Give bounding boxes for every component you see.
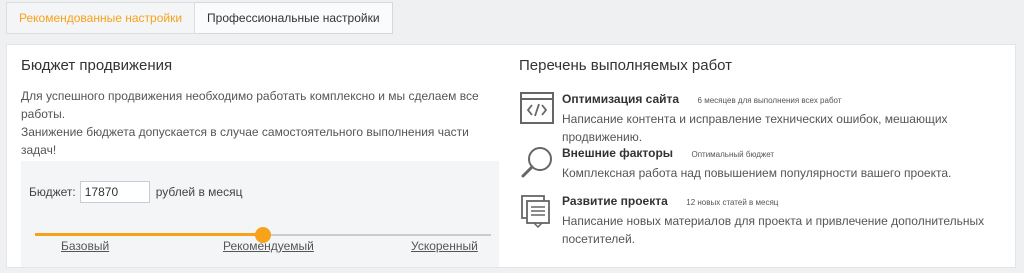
work-text: Внешние факторы Оптимальный бюджет Компл…	[562, 144, 1002, 182]
code-window-icon	[519, 90, 555, 126]
tab-recommended[interactable]: Рекомендованные настройки	[6, 2, 196, 34]
budget-desc-line1: Для успешного продвижения необходимо раб…	[21, 89, 479, 121]
work-desc: Написание новых материалов для проекта и…	[562, 214, 985, 246]
work-note: 12 новых статей в месяц	[686, 198, 779, 207]
budget-row: Бюджет: рублей в месяц	[29, 181, 242, 203]
work-note: Оптимальный бюджет	[691, 150, 775, 159]
work-title: Оптимизация сайта	[562, 92, 680, 106]
settings-panel: Бюджет продвижения Для успешного продвиж…	[6, 44, 1016, 268]
slider-fill	[35, 233, 263, 236]
documents-icon	[519, 192, 555, 229]
work-text: Развитие проекта 12 новых статей в месяц…	[562, 192, 1002, 248]
budget-section: Бюджет продвижения Для успешного продвиж…	[21, 57, 499, 267]
work-note: 6 месяцев для выполнения всех работ	[697, 96, 842, 105]
level-basic-link[interactable]: Базовый	[61, 239, 109, 253]
level-fast-link[interactable]: Ускоренный	[411, 239, 478, 253]
budget-unit: рублей в месяц	[155, 185, 243, 199]
work-desc: Написание контента и исправление техниче…	[562, 112, 948, 144]
works-list: Оптимизация сайта 6 месяцев для выполнен…	[519, 90, 1009, 246]
works-section: Перечень выполняемых работ Оптимизация с…	[519, 57, 1009, 246]
work-item: Оптимизация сайта 6 месяцев для выполнен…	[519, 90, 1009, 144]
budget-desc-line2: Занижение бюджета допускается в случае с…	[21, 125, 469, 157]
magnifier-icon	[519, 144, 555, 180]
work-desc: Комплексная работа над повышением популя…	[562, 166, 952, 180]
budget-description: Для успешного продвижения необходимо раб…	[21, 87, 499, 159]
works-title: Перечень выполняемых работ	[519, 57, 733, 74]
budget-title: Бюджет продвижения	[21, 57, 173, 74]
work-title: Развитие проекта	[562, 194, 668, 208]
budget-label: Бюджет:	[29, 185, 76, 199]
work-text: Оптимизация сайта 6 месяцев для выполнен…	[562, 90, 1002, 146]
work-title: Внешние факторы	[562, 146, 674, 160]
work-item: Внешние факторы Оптимальный бюджет Компл…	[519, 144, 1009, 192]
tab-professional[interactable]: Профессиональные настройки	[195, 2, 393, 34]
budget-input[interactable]	[79, 181, 150, 203]
level-recommended-link[interactable]: Рекомендуемый	[223, 239, 314, 253]
settings-tabs: Рекомендованные настройки Профессиональн…	[6, 2, 393, 34]
budget-calculator: Бюджет: рублей в месяц Базовый Рекоменду…	[21, 161, 499, 267]
work-item: Развитие проекта 12 новых статей в месяц…	[519, 192, 1009, 246]
